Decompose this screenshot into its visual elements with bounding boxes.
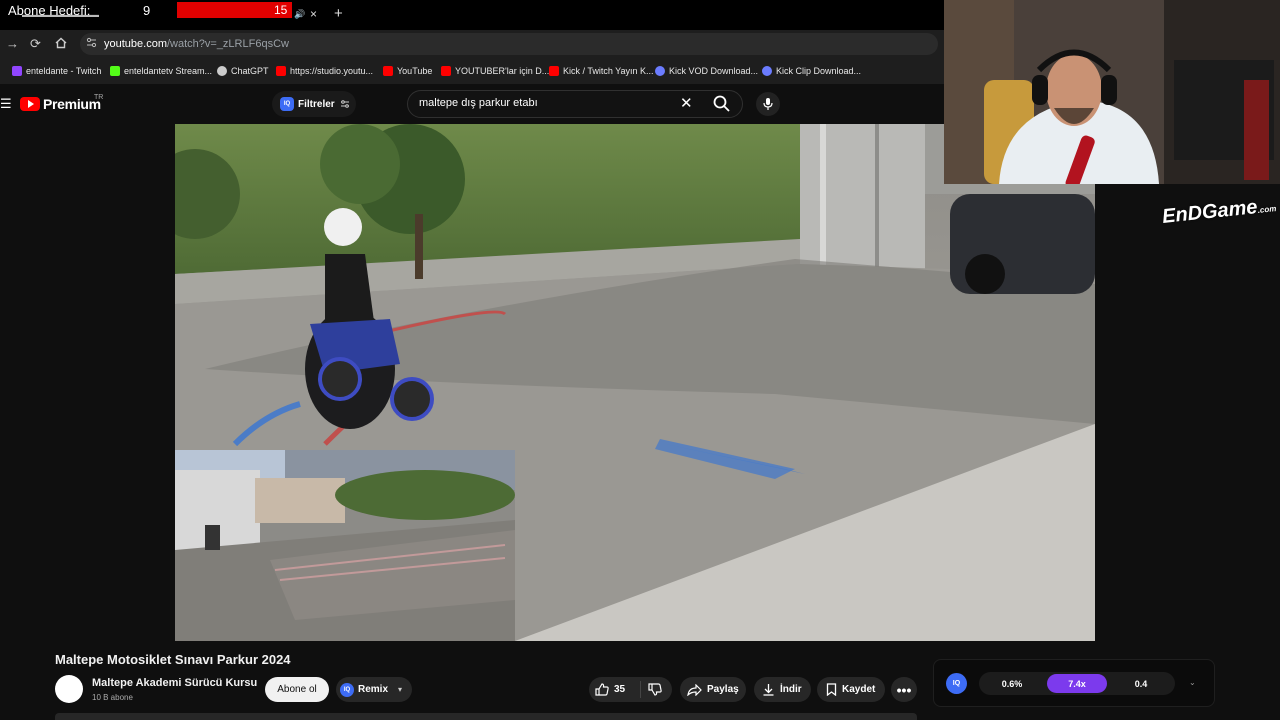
- home-icon[interactable]: [55, 37, 67, 49]
- bookmark-item[interactable]: ChatGPT: [217, 64, 269, 78]
- share-label: Paylaş: [707, 684, 739, 695]
- new-tab-button[interactable]: +: [334, 5, 343, 22]
- chatgpt-icon: [217, 66, 227, 76]
- more-actions-button[interactable]: •••: [891, 677, 917, 702]
- remix-label: Remix: [358, 684, 389, 695]
- speed-value[interactable]: 0.4: [1111, 674, 1171, 693]
- search-query[interactable]: maltepe dış parkur etabı: [419, 97, 538, 109]
- bookmark-item[interactable]: YouTube: [383, 64, 432, 78]
- thumbs-down-icon: [648, 683, 662, 696]
- subscriber-count: 10 B abone: [92, 693, 133, 702]
- youtube-logo-text[interactable]: Premium: [43, 96, 101, 112]
- webcam-feed: [944, 0, 1280, 184]
- download-icon: [763, 684, 774, 696]
- bookmark-label: enteldante - Twitch: [26, 66, 102, 76]
- dislike-button[interactable]: [641, 683, 667, 696]
- bookmark-item[interactable]: Kick / Twitch Yayın K...: [549, 64, 654, 78]
- download-site-icon: [762, 66, 772, 76]
- bookmark-icon: [826, 683, 837, 696]
- url-text[interactable]: youtube.com/watch?v=_zLRLF6qsCw: [104, 38, 289, 50]
- bookmark-label: YOUTUBER'lar için D...: [455, 66, 550, 76]
- chevron-down-icon[interactable]: ⌄: [1189, 678, 1196, 687]
- chevron-down-icon: ▾: [398, 685, 403, 694]
- speed-value-active[interactable]: 7.4x: [1047, 674, 1107, 693]
- filters-label: Filtreler: [298, 98, 335, 110]
- stream-logo-suffix: .com: [1257, 204, 1277, 215]
- forward-icon[interactable]: →: [6, 36, 19, 51]
- thumbs-up-icon: [595, 683, 609, 696]
- more-icon: •••: [896, 681, 912, 698]
- share-icon: [687, 683, 702, 696]
- description-box[interactable]: [55, 713, 917, 720]
- speed-value[interactable]: 0.6%: [983, 674, 1041, 693]
- bookmark-label: Kick Clip Download...: [776, 66, 862, 76]
- like-button[interactable]: 35: [589, 681, 641, 698]
- bookmark-item[interactable]: Kick VOD Download...: [655, 64, 758, 78]
- youtube-logo-icon[interactable]: [20, 97, 40, 111]
- iq-extension-icon[interactable]: IQ: [946, 673, 967, 694]
- reload-icon[interactable]: ⟳: [30, 36, 41, 52]
- bookmark-item[interactable]: https://studio.youtu...: [276, 64, 373, 78]
- like-count: 35: [614, 684, 626, 695]
- webcam-frame: [944, 0, 1280, 184]
- video-title: Maltepe Motosiklet Sınavı Parkur 2024: [55, 652, 291, 667]
- download-label: İndir: [780, 684, 802, 695]
- iq-icon: IQ: [340, 682, 354, 697]
- inset-frame: [175, 450, 515, 641]
- channel-name[interactable]: Maltepe Akademi Sürücü Kursu: [92, 677, 257, 689]
- tab-close-icon[interactable]: ×: [310, 7, 317, 21]
- iq-icon: IQ: [280, 97, 294, 111]
- stream-logo-text: EnDGame: [1161, 196, 1259, 228]
- subscriber-goal-label: Abone Hedefi:: [8, 3, 91, 18]
- youtube-icon: [441, 66, 451, 76]
- download-site-icon: [655, 66, 665, 76]
- youtube-icon: [276, 66, 286, 76]
- save-label: Kaydet: [842, 684, 876, 695]
- bookmark-label: enteldantetv Stream...: [124, 66, 213, 76]
- like-dislike-group: 35: [589, 677, 672, 702]
- search-icon[interactable]: [712, 94, 732, 114]
- subscribe-button[interactable]: Abone ol: [265, 677, 329, 702]
- bookmark-label: https://studio.youtu...: [290, 66, 374, 76]
- bookmark-label: Kick VOD Download...: [669, 66, 759, 76]
- share-button[interactable]: Paylaş: [680, 677, 746, 702]
- filters-button[interactable]: IQ Filtreler: [272, 91, 356, 117]
- bookmark-label: Kick / Twitch Yayın K...: [563, 66, 654, 76]
- tab-audio-icon[interactable]: 🔊: [294, 9, 305, 20]
- inset-video: [175, 450, 515, 641]
- kick-icon: [110, 66, 120, 76]
- youtube-icon: [383, 66, 393, 76]
- save-button[interactable]: Kaydet: [817, 677, 885, 702]
- bookmark-item[interactable]: enteldantetv Stream...: [110, 64, 212, 78]
- sliders-icon: [340, 100, 349, 108]
- subscriber-goal-current: 9: [143, 3, 151, 18]
- bookmark-label: YouTube: [397, 66, 433, 76]
- country-code: TR: [94, 94, 104, 101]
- tab-bar: [0, 0, 944, 30]
- download-button[interactable]: İndir: [754, 677, 811, 702]
- bookmark-label: ChatGPT: [231, 66, 269, 76]
- bookmark-item[interactable]: YOUTUBER'lar için D...: [441, 64, 549, 78]
- menu-icon[interactable]: ☰: [0, 96, 12, 112]
- bookmark-item[interactable]: enteldante - Twitch: [12, 64, 101, 78]
- youtube-icon: [549, 66, 559, 76]
- screen: ▬▬▬▬▬▬▬▬▬▬▬ ▬▬▬▬▬▬▬▬▬ Abone Hedefi: 9 15…: [0, 0, 1280, 720]
- voice-search-button[interactable]: [756, 92, 780, 116]
- channel-avatar[interactable]: [55, 675, 83, 703]
- clear-search-icon[interactable]: ✕: [680, 94, 693, 112]
- bookmark-item[interactable]: Kick Clip Download...: [762, 64, 861, 78]
- microphone-icon: [763, 98, 773, 110]
- url-host: youtube.com: [104, 38, 167, 50]
- url-path: /watch?v=_zLRLF6qsCw: [166, 38, 289, 50]
- site-settings-icon[interactable]: [86, 37, 97, 48]
- remix-button[interactable]: IQ Remix ▾: [336, 677, 412, 702]
- twitch-icon: [12, 66, 22, 76]
- subscriber-goal-target: 15: [274, 3, 288, 17]
- stream-logo: EnDGame.com: [1161, 194, 1277, 229]
